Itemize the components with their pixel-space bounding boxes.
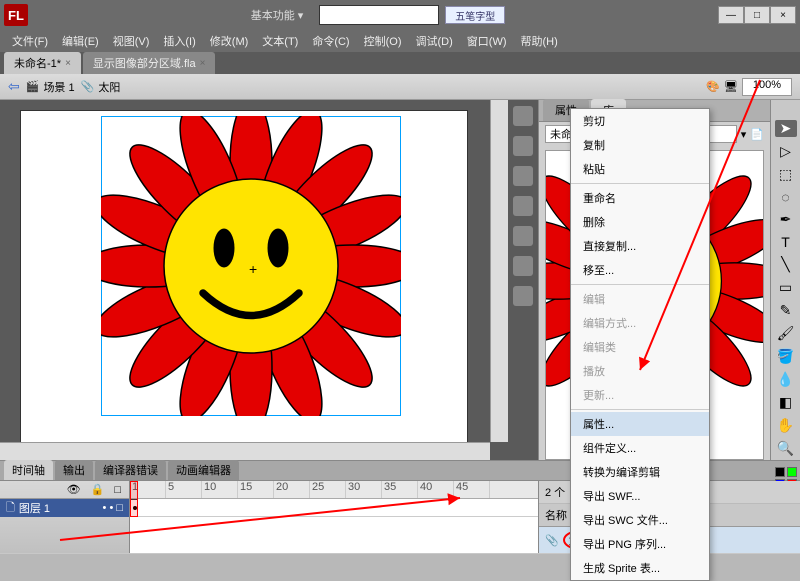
subselection-tool[interactable]: ▷ [775,143,797,160]
ctx-edit-class: 编辑类 [571,335,709,359]
dock-icon[interactable] [513,106,533,126]
edit-bar: ⇦ 🎬 场景 1 📎 太阳 🎨 🖥 100% [0,74,800,100]
free-transform-tool[interactable]: ⬚ [775,166,797,183]
app-logo: FL [4,4,28,26]
zoom-tool[interactable]: 🔍 [775,440,797,457]
brush-tool[interactable]: 🖌 [775,325,797,342]
canvas[interactable]: + [20,110,468,450]
menu-help[interactable]: 帮助(H) [515,31,564,51]
tab-compiler-errors[interactable]: 编译器错误 [95,460,166,480]
outline-icon[interactable]: □ [114,484,121,496]
menubar: 文件(F) 编辑(E) 视图(V) 插入(I) 修改(M) 文本(T) 命令(C… [0,30,800,52]
dock-strip [508,100,538,460]
menu-edit[interactable]: 编辑(E) [56,31,105,51]
selection-tool[interactable]: ➤ [775,120,797,137]
dock-icon[interactable] [513,136,533,156]
ctx-play: 播放 [571,359,709,383]
stroke-swatch[interactable] [775,467,785,477]
stage-fit-icon[interactable]: 🖥 [724,80,738,93]
ctx-edit-with: 编辑方式... [571,311,709,335]
registration-cross-icon: + [249,261,257,277]
layers-column: 👁 🔒 □ 🗋 图层 1 • • □ [0,481,130,553]
menu-control[interactable]: 控制(O) [358,31,408,51]
ctx-properties[interactable]: 属性... [571,412,709,436]
minimize-button[interactable]: — [718,6,744,24]
tools-panel: ➤ ▷ ⬚ ◌ ✒ T ╲ ▭ ✎ 🖌 🪣 💧 ◧ ✋ 🔍 [770,100,800,460]
frame-ruler: 1 5 10 15 20 25 30 35 40 45 [130,481,538,499]
tab-motion-editor[interactable]: 动画编辑器 [168,460,239,480]
menu-insert[interactable]: 插入(I) [157,31,201,51]
frame-track[interactable] [130,499,538,517]
dock-icon[interactable] [513,226,533,246]
tab-timeline[interactable]: 时间轴 [4,460,53,480]
menu-view[interactable]: 视图(V) [107,31,156,51]
ctx-update: 更新... [571,383,709,407]
eraser-tool[interactable]: ◧ [775,394,797,411]
scrollbar-horizontal[interactable] [0,442,490,460]
ctx-copy[interactable]: 复制 [571,133,709,157]
workspace-selector[interactable]: 基本功能 ▾ [241,5,314,25]
dock-icon[interactable] [513,286,533,306]
ctx-convert-compiled[interactable]: 转换为编译剪辑 [571,460,709,484]
dock-icon[interactable] [513,166,533,186]
menu-text[interactable]: 文本(T) [256,31,304,51]
ctx-move-to[interactable]: 移至... [571,258,709,282]
ctx-component-def[interactable]: 组件定义... [571,436,709,460]
lasso-tool[interactable]: ◌ [775,189,797,205]
eye-icon[interactable]: 👁 [67,483,81,496]
back-arrow-icon[interactable]: ⇦ [8,78,20,95]
menu-file[interactable]: 文件(F) [6,31,54,51]
ctx-cut[interactable]: 剪切 [571,109,709,133]
text-tool[interactable]: T [775,234,797,250]
ctx-export-swc[interactable]: 导出 SWC 文件... [571,508,709,532]
ctx-rename[interactable]: 重命名 [571,186,709,210]
ctx-paste[interactable]: 粘贴 [571,157,709,181]
ctx-edit: 编辑 [571,287,709,311]
ime-badge: 五笔字型 [445,6,505,24]
menu-debug[interactable]: 调试(D) [410,31,459,51]
ctx-delete[interactable]: 删除 [571,210,709,234]
pencil-tool[interactable]: ✎ [775,302,797,319]
fill-swatch[interactable] [787,467,797,477]
ctx-export-swf[interactable]: 导出 SWF... [571,484,709,508]
menu-modify[interactable]: 修改(M) [204,31,255,51]
dock-icon[interactable] [513,196,533,216]
doc-tab-inactive[interactable]: 显示图像部分区域.fla× [83,52,216,74]
dock-icon[interactable] [513,256,533,276]
doc-tab-active[interactable]: 未命名-1*× [4,52,81,74]
layer-row[interactable]: 🗋 图层 1 • • □ [0,499,129,517]
eyedropper-tool[interactable]: 💧 [775,371,797,388]
stage-color-icon[interactable]: 🎨 [706,80,720,93]
scene-breadcrumb[interactable]: 🎬 场景 1 [26,79,75,95]
line-tool[interactable]: ╲ [775,256,797,273]
symbol-breadcrumb[interactable]: 📎 太阳 [81,79,121,95]
paint-bucket-tool[interactable]: 🪣 [775,348,797,365]
ctx-duplicate[interactable]: 直接复制... [571,234,709,258]
pin-icon[interactable]: ▾ [741,128,747,141]
pen-tool[interactable]: ✒ [775,211,797,228]
playhead[interactable] [130,481,138,517]
menu-commands[interactable]: 命令(C) [306,31,355,51]
rectangle-tool[interactable]: ▭ [775,279,797,296]
close-icon[interactable]: × [200,58,206,69]
close-button[interactable]: × [770,6,796,24]
context-menu: 剪切 复制 粘贴 重命名 删除 直接复制... 移至... 编辑 编辑方式...… [570,108,710,581]
document-tabs: 未命名-1*× 显示图像部分区域.fla× [0,52,800,74]
scrollbar-vertical[interactable] [490,100,508,442]
zoom-input[interactable]: 100% [742,78,792,96]
ctx-generate-sprite[interactable]: 生成 Sprite 表... [571,556,709,580]
frames-column[interactable]: 1 5 10 15 20 25 30 35 40 45 [130,481,538,553]
maximize-button[interactable]: □ [744,6,770,24]
new-panel-icon[interactable]: 📄 [750,128,764,141]
close-icon[interactable]: × [65,58,71,69]
menu-window[interactable]: 窗口(W) [461,31,513,51]
titlebar: FL 基本功能 ▾ 五笔字型 — □ × [0,0,800,30]
stage-area[interactable]: + [0,100,508,460]
tab-output[interactable]: 输出 [55,460,93,480]
lock-icon[interactable]: 🔒 [91,483,105,496]
hand-tool[interactable]: ✋ [775,417,797,434]
search-input[interactable] [319,5,439,25]
ctx-export-png-seq[interactable]: 导出 PNG 序列... [571,532,709,556]
